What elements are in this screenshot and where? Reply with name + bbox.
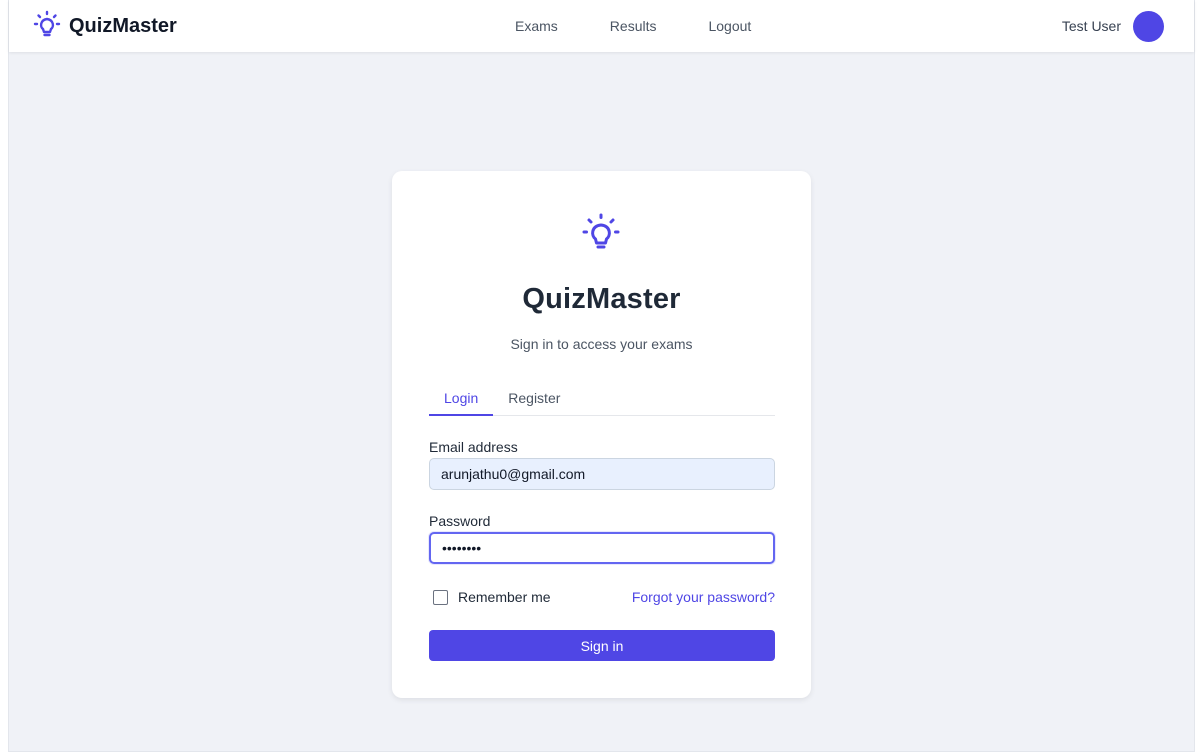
main-nav: Exams Results Logout <box>515 0 803 52</box>
tab-register[interactable]: Register <box>493 383 575 415</box>
sign-in-button[interactable]: Sign in <box>429 630 775 661</box>
nav-link-exams[interactable]: Exams <box>515 18 558 34</box>
remember-me-row: Remember me <box>433 589 551 605</box>
forgot-password-link[interactable]: Forgot your password? <box>632 589 775 605</box>
page-title: QuizMaster <box>522 283 681 315</box>
brand-logo[interactable]: QuizMaster <box>33 10 177 43</box>
password-label: Password <box>429 513 491 529</box>
lightbulb-icon <box>33 10 61 43</box>
login-card: QuizMaster Sign in to access your exams … <box>392 171 811 698</box>
lightbulb-icon <box>581 212 621 252</box>
password-field[interactable] <box>429 532 775 564</box>
nav-link-logout[interactable]: Logout <box>708 18 751 34</box>
remember-me-label[interactable]: Remember me <box>458 589 551 605</box>
auth-tabs: Login Register <box>429 383 775 416</box>
email-field[interactable] <box>429 458 775 490</box>
app-frame: QuizMaster Exams Results Logout Test Use… <box>8 0 1195 752</box>
remember-me-checkbox[interactable] <box>433 589 448 605</box>
nav-link-results[interactable]: Results <box>610 18 657 34</box>
brand-name: QuizMaster <box>69 14 177 37</box>
user-menu: Test User <box>1062 10 1164 42</box>
tab-login[interactable]: Login <box>429 383 494 416</box>
page-subtitle: Sign in to access your exams <box>510 336 693 352</box>
user-name: Test User <box>1061 18 1121 34</box>
avatar[interactable] <box>1133 10 1164 42</box>
email-label: Email address <box>429 439 518 455</box>
top-navbar: QuizMaster Exams Results Logout Test Use… <box>9 0 1194 52</box>
